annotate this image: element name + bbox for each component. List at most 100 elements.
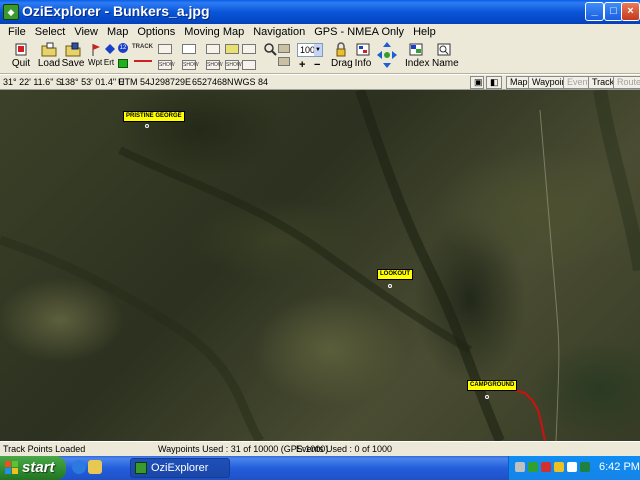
taskbar: start OziExplorer 6:42 PM xyxy=(0,456,640,480)
utm-zone-readout: UTM 54J xyxy=(118,77,155,87)
quit-label: Quit xyxy=(11,58,31,69)
waypoint-marker-lookout[interactable] xyxy=(388,284,392,288)
layer-show-icon[interactable] xyxy=(242,60,256,70)
lock-icon xyxy=(336,42,346,57)
index-icon xyxy=(409,43,423,56)
minimize-button[interactable]: _ xyxy=(585,2,604,21)
menu-view[interactable]: View xyxy=(74,26,98,38)
menu-select[interactable]: Select xyxy=(35,26,66,38)
name-label: Name xyxy=(432,58,459,69)
info-label: Info xyxy=(354,58,372,69)
drag-label: Drag xyxy=(331,58,353,69)
show-button-1[interactable]: SHOW xyxy=(158,60,175,70)
event-diamond-icon xyxy=(105,44,115,54)
tray-app-icon-4[interactable] xyxy=(580,462,590,472)
tray-volume-icon[interactable] xyxy=(567,462,577,472)
taskbar-button-oziexplorer[interactable]: OziExplorer xyxy=(130,458,230,478)
ellipse-icon[interactable] xyxy=(182,44,196,54)
longitude-readout: 138° 53' 01.4" E xyxy=(60,77,125,87)
print-icon xyxy=(278,44,290,53)
object-icon-1[interactable]: ▣ xyxy=(470,76,484,89)
events-used-status: Events Used : 0 of 1000 xyxy=(296,444,393,454)
save-label: Save xyxy=(61,58,85,69)
tray-app-icon-1[interactable] xyxy=(528,462,538,472)
index-label: Index xyxy=(405,58,430,69)
move-arrows-button[interactable] xyxy=(376,40,398,73)
menu-navigation[interactable]: Navigation xyxy=(253,26,305,38)
browser-icon[interactable] xyxy=(72,460,86,474)
quit-icon xyxy=(15,43,27,56)
menu-options[interactable]: Options xyxy=(137,26,175,38)
menu-help[interactable]: Help xyxy=(413,26,436,38)
drag-button[interactable]: Drag xyxy=(331,42,353,69)
northing-readout: 6527468N xyxy=(192,77,234,87)
wpt-label: Wpt xyxy=(88,58,103,67)
ozi-app-icon[interactable]: ◆ xyxy=(3,4,19,20)
layer-icon[interactable] xyxy=(242,44,256,54)
waypoint-label-lookout[interactable]: LOOKOUT xyxy=(377,269,413,280)
move-arrows-icon xyxy=(377,42,397,68)
save-button[interactable]: Save xyxy=(60,42,86,69)
show-button-4[interactable]: SHOW xyxy=(225,60,242,70)
map-icon[interactable] xyxy=(225,44,239,54)
start-button[interactable]: start xyxy=(0,456,66,480)
menu-file[interactable]: File xyxy=(8,26,26,38)
waypoint-marker-campground[interactable] xyxy=(485,395,489,399)
system-tray: 6:42 PM xyxy=(508,456,640,480)
waypoint-tool[interactable]: Wpt xyxy=(88,42,102,67)
clock[interactable]: 6:42 PM xyxy=(599,461,640,473)
chevron-down-icon: ▼ xyxy=(314,44,322,56)
menu-moving-map[interactable]: Moving Map xyxy=(184,26,244,38)
latitude-readout: 31° 22' 11.6" S xyxy=(3,77,62,87)
info-button[interactable]: Info xyxy=(354,42,372,69)
name-search-button[interactable]: Name xyxy=(432,42,459,69)
load-label: Load xyxy=(37,58,61,69)
datum-readout: WGS 84 xyxy=(234,77,269,87)
tray-network-icon[interactable] xyxy=(515,462,525,472)
magnifier-icon xyxy=(264,43,277,56)
windows-flag-icon xyxy=(5,461,18,474)
load-folder-icon xyxy=(41,42,57,57)
zoom-out-button[interactable]: − xyxy=(314,59,320,71)
grid-icon[interactable] xyxy=(206,44,220,54)
event-tool[interactable]: Ert xyxy=(102,42,116,67)
waypoint-label-campground[interactable]: CAMPGROUND xyxy=(467,380,518,391)
tool-icon-stack[interactable] xyxy=(278,44,290,68)
zoom-value: 100 xyxy=(300,45,316,55)
start-label: start xyxy=(22,459,55,476)
track-points-status: Track Points Loaded xyxy=(3,444,86,454)
position-bar: 31° 22' 11.6" S 138° 53' 01.4" E UTM 54J… xyxy=(0,74,640,90)
index-button[interactable]: Index xyxy=(405,42,430,69)
map-canvas[interactable]: PRISTINE GEORGE LOOKOUT CAMPGROUND xyxy=(0,90,640,441)
zoom-in-button[interactable]: + xyxy=(299,59,305,71)
waypoint-label-pristine-george[interactable]: PRISTINE GEORGE xyxy=(123,111,185,122)
task-label: OziExplorer xyxy=(151,462,209,474)
save-icon xyxy=(65,42,81,57)
track-line-icon[interactable] xyxy=(134,60,152,62)
info-icon xyxy=(356,43,370,56)
tray-app-icon-3[interactable] xyxy=(554,462,564,472)
ozi-task-icon xyxy=(135,462,147,474)
route-objects-button[interactable]: Route xyxy=(613,76,640,89)
search-tool[interactable] xyxy=(262,42,277,57)
show-button-2[interactable]: SHOW xyxy=(182,60,199,70)
menu-gps[interactable]: GPS - NMEA Only xyxy=(314,26,404,38)
tray-app-icon-2[interactable] xyxy=(541,462,551,472)
object-icon-2[interactable]: ◧ xyxy=(486,76,502,89)
properties-icon xyxy=(278,57,290,66)
badge-12[interactable]: 12 xyxy=(118,43,128,53)
zoom-select[interactable]: 100 ▼ xyxy=(297,43,323,57)
waypoint-marker-pristine-george[interactable] xyxy=(145,124,149,128)
name-search-icon xyxy=(437,43,451,56)
close-button[interactable]: × xyxy=(621,2,640,21)
track-tool-label[interactable]: TRACK xyxy=(132,44,153,50)
folder-icon[interactable] xyxy=(88,460,102,474)
waypoint-show-icon[interactable] xyxy=(158,44,172,54)
green-square-icon[interactable] xyxy=(118,59,128,68)
easting-readout: 298729E xyxy=(155,77,192,87)
quit-button[interactable]: Quit xyxy=(8,42,34,69)
show-button-3[interactable]: SHOW xyxy=(206,60,223,70)
menu-bar: File Select View Map Options Moving Map … xyxy=(0,24,640,40)
menu-map[interactable]: Map xyxy=(107,26,128,38)
load-button[interactable]: Load xyxy=(36,42,62,69)
